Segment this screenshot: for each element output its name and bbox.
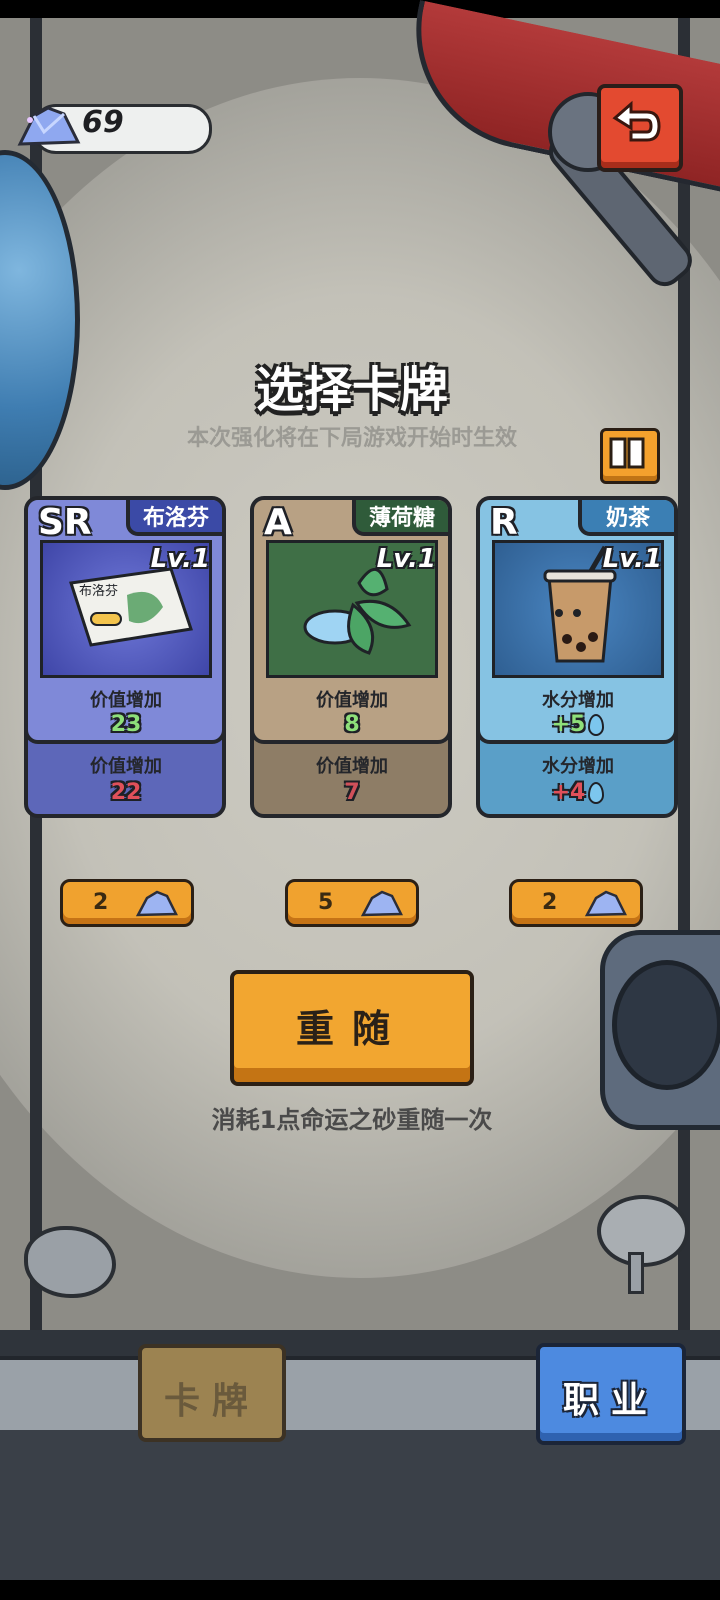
card-slot-2[interactable]: 价值增加 7 A 薄荷糖 Lv.1 价值增加 8 bbox=[250, 496, 454, 820]
buy-card-3-button[interactable]: 2 bbox=[509, 879, 643, 927]
floor-plank bbox=[0, 1430, 720, 1580]
reroll-hint: 消耗1点命运之砂重随一次 bbox=[211, 1106, 493, 1134]
currency-value: 69 bbox=[82, 105, 124, 140]
cannon-mouth-decoration bbox=[612, 960, 720, 1090]
card-slot-3[interactable]: 水分增加 +4 R 奶茶 Lv.1 水分增加 +5 bbox=[476, 496, 680, 820]
sand-gem-icon bbox=[584, 890, 627, 917]
medicine-box-label: 布洛芬 bbox=[79, 584, 118, 599]
rock-decoration bbox=[24, 1226, 116, 1298]
tab-job-label: 职业 bbox=[562, 1380, 659, 1421]
card-front-value: 23 bbox=[110, 712, 142, 737]
card-front-value: 8 bbox=[344, 712, 360, 737]
card-slot-1[interactable]: 价值增加 22 SR 布洛芬 布洛芬 Lv.1 价值增加 23 bbox=[24, 496, 228, 820]
page-title: 选择卡牌 bbox=[255, 362, 448, 418]
card-codex-button[interactable] bbox=[600, 428, 660, 484]
card-level: Lv.1 bbox=[150, 544, 210, 574]
card-level: Lv.1 bbox=[602, 544, 662, 574]
return-arrow-icon bbox=[612, 100, 661, 142]
card-back-value: 22 bbox=[110, 780, 142, 805]
card-front-label: 价值增加 bbox=[90, 690, 162, 711]
card-back-value: 7 bbox=[344, 780, 360, 805]
tab-cards[interactable]: 卡牌 bbox=[138, 1344, 286, 1442]
card-back-label: 价值增加 bbox=[316, 756, 388, 777]
buy-card-2-button[interactable]: 5 bbox=[285, 879, 419, 927]
system-nav-bar bbox=[0, 1580, 720, 1600]
cost-value: 5 bbox=[318, 890, 334, 915]
card-back-label: 水分增加 bbox=[542, 756, 614, 777]
card-name: 奶茶 bbox=[578, 500, 674, 536]
cost-value: 2 bbox=[542, 890, 558, 915]
page-subtitle: 本次强化将在下局游戏开始时生效 bbox=[186, 426, 517, 451]
card-front-label: 水分增加 bbox=[542, 690, 614, 711]
sand-gem-icon bbox=[17, 106, 81, 146]
card-rarity: R bbox=[490, 502, 518, 543]
sand-gem-icon bbox=[135, 890, 178, 917]
card-front-panel: A 薄荷糖 Lv.1 价值增加 8 bbox=[250, 496, 452, 744]
cost-value: 2 bbox=[93, 890, 109, 915]
card-back-label: 价值增加 bbox=[90, 756, 162, 777]
card-name: 薄荷糖 bbox=[352, 500, 448, 536]
sand-gem-icon bbox=[360, 890, 403, 917]
reroll-label: 重随 bbox=[295, 1007, 408, 1051]
card-front-label: 价值增加 bbox=[316, 690, 388, 711]
card-front-panel: SR 布洛芬 布洛芬 Lv.1 价值增加 23 bbox=[24, 496, 226, 744]
card-rarity: A bbox=[264, 502, 292, 543]
book-icon bbox=[609, 437, 645, 469]
card-front-panel: R 奶茶 Lv.1 水分增加 +5 bbox=[476, 496, 678, 744]
tab-cards-label: 卡牌 bbox=[163, 1381, 260, 1422]
card-name: 布洛芬 bbox=[126, 500, 222, 536]
back-button[interactable] bbox=[597, 84, 683, 172]
reroll-button[interactable]: 重随 bbox=[230, 970, 474, 1086]
card-back-value: +4 bbox=[480, 780, 676, 805]
tab-job[interactable]: 职业 bbox=[536, 1343, 686, 1445]
card-front-value: +5 bbox=[480, 712, 674, 737]
pin-leg-decoration bbox=[628, 1252, 644, 1294]
status-bar bbox=[0, 0, 720, 18]
game-screen: 69 选择卡牌 本次强化将在下局游戏开始时生效 价值增加 22 SR 布洛芬 布… bbox=[0, 0, 720, 1600]
card-level: Lv.1 bbox=[376, 544, 436, 574]
card-rarity: SR bbox=[38, 502, 92, 543]
buy-card-1-button[interactable]: 2 bbox=[60, 879, 194, 927]
water-drop-icon bbox=[588, 714, 605, 736]
water-drop-icon bbox=[588, 782, 605, 804]
